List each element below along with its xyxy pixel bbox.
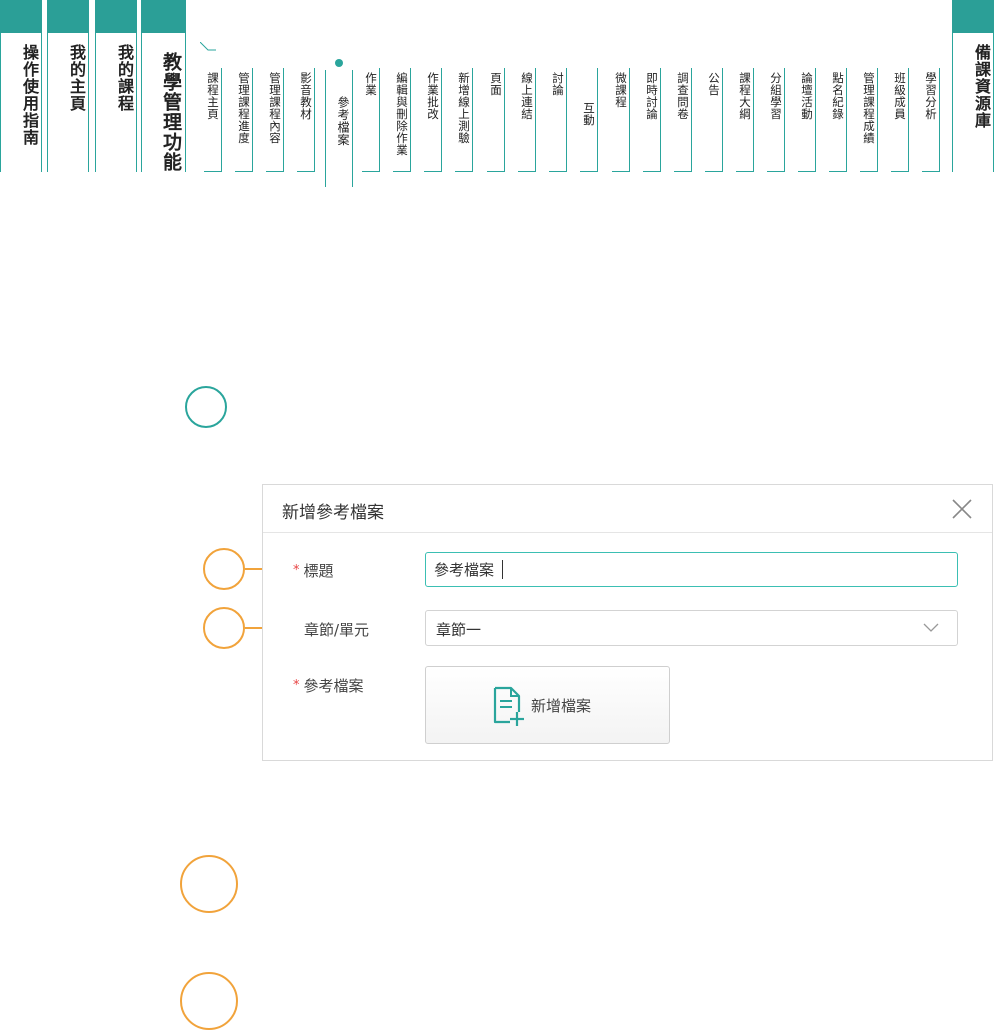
sub-tab-label: 作業	[364, 72, 378, 96]
sub-tab-6[interactable]: 編輯與刪除作業	[393, 68, 411, 172]
sub-tab-21[interactable]: 管理課程成績	[860, 68, 878, 172]
sub-tab-18[interactable]: 分組學習	[767, 68, 785, 172]
sub-tab-label: 論壇活動	[800, 72, 814, 120]
sub-tab-7[interactable]: 作業批改	[424, 68, 442, 172]
main-tab-label: 我的主頁	[67, 44, 86, 112]
sub-tab-12[interactable]: 互動	[580, 68, 598, 172]
sub-tab-label: 調查問卷	[676, 72, 690, 120]
sub-tab-0[interactable]: 課程主頁	[204, 68, 222, 172]
tab-cap	[952, 0, 994, 33]
tab-cap	[47, 0, 89, 33]
sub-tab-label: 新增線上測驗	[457, 72, 471, 144]
sub-tab-label: 編輯與刪除作業	[395, 72, 409, 156]
sub-tab-8[interactable]: 新增線上測驗	[455, 68, 473, 172]
sub-tab-label: 管理課程內容	[268, 72, 282, 144]
step-marker-3	[180, 855, 238, 913]
sub-tab-19[interactable]: 論壇活動	[798, 68, 816, 172]
sub-tab-3[interactable]: 影音教材	[297, 68, 315, 172]
sub-tab-5[interactable]: 作業	[362, 68, 380, 172]
main-tab-label: 我的課程	[115, 44, 134, 112]
tab-cap	[0, 0, 42, 33]
add-file-button[interactable]: 新增檔案	[425, 666, 670, 744]
title-label-text: 標題	[303, 562, 334, 580]
main-tab-home[interactable]: 我的主頁	[47, 0, 89, 172]
main-tab-label: 操作使用指南	[20, 44, 39, 146]
required-mark: *	[293, 678, 300, 693]
connector-line	[200, 42, 216, 51]
tab-cap	[141, 0, 186, 33]
sub-tab-label: 微課程	[614, 72, 628, 108]
close-icon[interactable]	[950, 497, 974, 521]
file-label: * 參考檔案	[293, 675, 364, 696]
sub-tab-label: 討論	[551, 72, 565, 96]
required-mark: *	[293, 563, 300, 578]
text-caret	[502, 560, 503, 579]
sub-tab-label: 作業批改	[426, 72, 440, 120]
title-input[interactable]	[425, 552, 958, 587]
main-tab-teaching-management[interactable]: 教學管理功能	[141, 0, 186, 172]
chapter-select-value: 章節一	[436, 621, 482, 639]
file-label-text: 參考檔案	[303, 677, 364, 695]
chapter-select[interactable]: 章節一	[425, 610, 958, 646]
tab-cap	[95, 0, 137, 33]
step-marker-title	[203, 548, 245, 590]
sub-tab-label: 課程主頁	[206, 72, 220, 120]
add-file-icon	[493, 686, 524, 726]
sub-tab-label: 班級成員	[893, 72, 907, 120]
sub-tab-label: 課程大綱	[738, 72, 752, 120]
step-marker-4	[180, 972, 238, 1030]
sub-tab-16[interactable]: 公告	[705, 68, 723, 172]
sub-tab-label: 即時討論	[645, 72, 659, 120]
title-label: * 標題	[293, 560, 334, 581]
sub-tab-label: 影音教材	[299, 72, 313, 120]
sub-tab-label: 頁面	[489, 72, 503, 96]
sub-tab-20[interactable]: 點名紀錄	[829, 68, 847, 172]
add-reference-file-dialog: 新增參考檔案 *標題 章節/單元 章節一 *參考檔案 新增檔案	[262, 484, 993, 761]
sub-tab-label: 互動	[582, 102, 596, 126]
sub-tab-label: 線上連結	[520, 72, 534, 120]
sub-tab-label: 分組學習	[769, 72, 783, 120]
main-tab-label: 備課資源庫	[972, 44, 991, 129]
sub-tab-22[interactable]: 班級成員	[891, 68, 909, 172]
sub-tab-17[interactable]: 課程大綱	[736, 68, 754, 172]
sub-tab-label: 點名紀錄	[831, 72, 845, 120]
sub-tab-23[interactable]: 學習分析	[922, 68, 940, 172]
main-tab-resource-library[interactable]: 備課資源庫	[952, 0, 994, 172]
sub-tab-11[interactable]: 討論	[549, 68, 567, 172]
main-tab-guide[interactable]: 操作使用指南	[0, 0, 42, 172]
chapter-label: 章節/單元	[304, 621, 370, 639]
sub-tab-2[interactable]: 管理課程內容	[266, 68, 284, 172]
sub-tab-9[interactable]: 頁面	[487, 68, 505, 172]
step-marker-1	[185, 386, 227, 428]
dialog-header: 新增參考檔案	[263, 485, 992, 533]
sub-tab-label: 管理課程進度	[237, 72, 251, 144]
sub-tab-label: 公告	[707, 72, 721, 96]
active-indicator-dot	[335, 59, 343, 67]
sub-tab-1[interactable]: 管理課程進度	[235, 68, 253, 172]
main-tab-my-courses[interactable]: 我的課程	[95, 0, 137, 172]
sub-tab-label: 管理課程成績	[862, 72, 876, 144]
sub-tab-13[interactable]: 微課程	[612, 68, 630, 172]
sub-tab-label: 學習分析	[924, 72, 938, 120]
step-marker-chapter	[203, 607, 245, 649]
sub-tab-label: 參考檔案	[336, 96, 350, 146]
chevron-down-icon	[923, 623, 939, 632]
sub-tab-14[interactable]: 即時討論	[643, 68, 661, 172]
sub-tab-4[interactable]: 參考檔案	[325, 59, 353, 187]
sub-tab-15[interactable]: 調查問卷	[674, 68, 692, 172]
add-file-button-label: 新增檔案	[531, 697, 592, 715]
sub-tab-10[interactable]: 線上連結	[518, 68, 536, 172]
main-tab-label: 教學管理功能	[160, 52, 182, 172]
dialog-title: 新增參考檔案	[282, 503, 384, 523]
